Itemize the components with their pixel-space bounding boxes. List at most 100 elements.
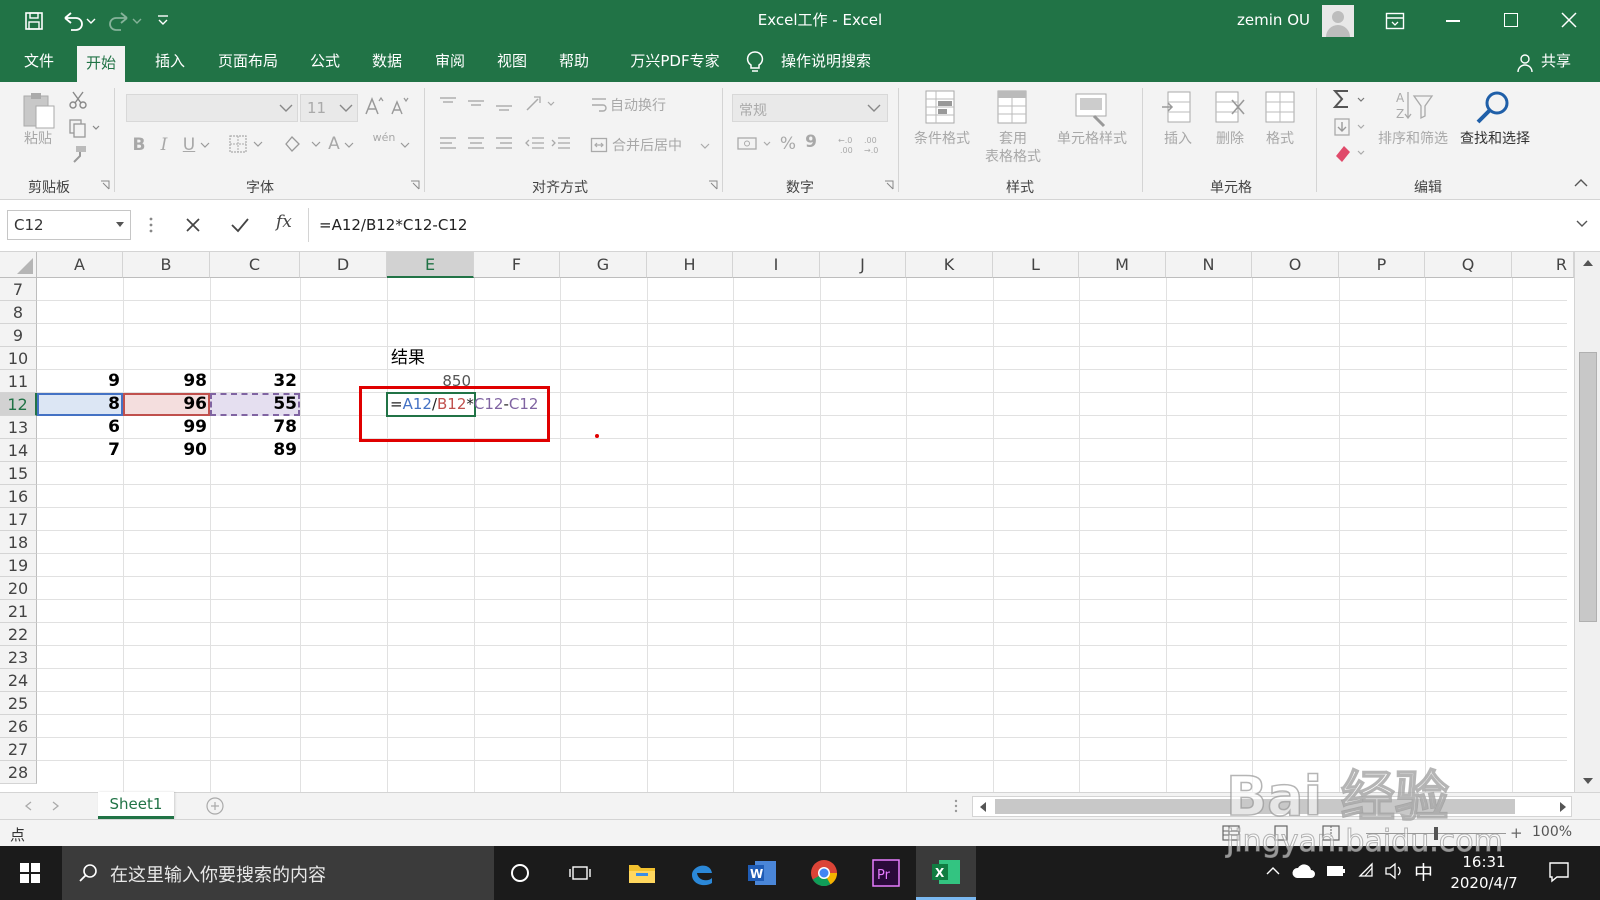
sheet-tab-sheet1[interactable]: Sheet1: [98, 792, 174, 819]
find-select-label[interactable]: 查找和选择: [1452, 130, 1538, 148]
cell-b13[interactable]: 99: [123, 416, 210, 439]
format-painter-icon[interactable]: [68, 144, 88, 164]
insert-cells-label[interactable]: 插入: [1160, 130, 1196, 148]
horizontal-align-icons[interactable]: [438, 134, 518, 154]
decrease-font-size-icon[interactable]: [390, 96, 410, 116]
indent-icons[interactable]: [524, 134, 574, 154]
column-header-g[interactable]: G: [560, 252, 647, 278]
customize-qat-icon[interactable]: [156, 12, 170, 28]
format-cells-icon[interactable]: [1262, 88, 1298, 128]
tab-home[interactable]: 开始: [77, 46, 125, 82]
orientation-icon[interactable]: [524, 94, 558, 114]
enter-check-icon[interactable]: [230, 216, 250, 234]
windows-start-icon[interactable]: [8, 852, 52, 894]
tab-data[interactable]: 数据: [362, 41, 412, 82]
column-header-o[interactable]: O: [1252, 252, 1339, 278]
font-color-dropdown-icon[interactable]: [344, 142, 354, 150]
column-header-j[interactable]: J: [820, 252, 906, 278]
column-header-e[interactable]: E: [387, 252, 474, 278]
cut-icon[interactable]: [68, 90, 88, 110]
column-header-m[interactable]: M: [1079, 252, 1166, 278]
row-header-27[interactable]: 27: [0, 738, 37, 761]
row-header-21[interactable]: 21: [0, 600, 37, 623]
file-explorer-icon[interactable]: [620, 852, 664, 894]
format-cells-label[interactable]: 格式: [1262, 130, 1298, 148]
action-center-icon[interactable]: [1548, 861, 1570, 883]
cell-c14[interactable]: 89: [210, 439, 300, 462]
paste-icon[interactable]: [20, 90, 56, 132]
phonetic-dropdown-icon[interactable]: [400, 142, 410, 150]
minimize-button[interactable]: [1446, 20, 1460, 22]
copy-icon[interactable]: [68, 118, 102, 138]
number-dialog-launcher-icon[interactable]: [884, 180, 894, 190]
delete-cells-label[interactable]: 删除: [1212, 130, 1248, 148]
undo-icon[interactable]: [60, 10, 98, 32]
edge-browser-icon[interactable]: [680, 852, 724, 894]
insert-cells-icon[interactable]: [1160, 88, 1196, 128]
increase-font-size-icon[interactable]: [364, 96, 384, 116]
cell-b12[interactable]: 96: [123, 393, 210, 416]
cell-b14[interactable]: 90: [123, 439, 210, 462]
word-icon[interactable]: W: [740, 852, 784, 894]
font-color-button[interactable]: A: [326, 133, 342, 155]
delete-cells-icon[interactable]: [1212, 88, 1248, 128]
cell-styles-label[interactable]: 单元格样式: [1052, 130, 1132, 148]
bold-button[interactable]: B: [130, 134, 148, 156]
battery-icon[interactable]: [1326, 864, 1346, 878]
tab-insert[interactable]: 插入: [145, 41, 195, 82]
sort-filter-label[interactable]: 排序和筛选: [1372, 130, 1454, 148]
ime-indicator[interactable]: 中: [1414, 858, 1433, 885]
task-view-icon[interactable]: [558, 852, 602, 894]
cell-a12[interactable]: 8: [37, 393, 123, 416]
cortana-icon[interactable]: [498, 852, 542, 894]
row-header-28[interactable]: 28: [0, 761, 37, 784]
column-header-h[interactable]: H: [647, 252, 733, 278]
row-header-24[interactable]: 24: [0, 669, 37, 692]
row-header-13[interactable]: 13: [0, 416, 37, 439]
tab-formulas[interactable]: 公式: [300, 41, 350, 82]
row-header-11[interactable]: 11: [0, 370, 37, 393]
share-button[interactable]: 共享: [1536, 41, 1576, 82]
row-header-12[interactable]: 12: [0, 393, 37, 416]
sheet-scroll-right-icon[interactable]: [52, 801, 60, 811]
vertical-align-icons[interactable]: [438, 94, 518, 114]
column-header-i[interactable]: I: [733, 252, 820, 278]
alignment-dialog-launcher-icon[interactable]: [708, 180, 718, 190]
tab-review[interactable]: 审阅: [425, 41, 475, 82]
insert-function-button[interactable]: fx: [276, 212, 292, 232]
italic-button[interactable]: I: [156, 134, 172, 156]
row-header-23[interactable]: 23: [0, 646, 37, 669]
underline-button[interactable]: U: [180, 134, 198, 156]
volume-icon[interactable]: [1384, 862, 1404, 880]
row-header-14[interactable]: 14: [0, 439, 37, 462]
cell-c11[interactable]: 32: [210, 370, 300, 393]
column-header-r[interactable]: R: [1512, 252, 1574, 278]
row-header-8[interactable]: 8: [0, 301, 37, 324]
row-header-16[interactable]: 16: [0, 485, 37, 508]
wifi-icon[interactable]: [1356, 862, 1376, 878]
font-dialog-launcher-icon[interactable]: [410, 180, 420, 190]
formula-input[interactable]: =A12/B12*C12-C12: [308, 208, 1594, 242]
column-header-c[interactable]: C: [210, 252, 300, 278]
share-icon[interactable]: [1516, 53, 1534, 73]
format-as-table-icon[interactable]: [994, 88, 1032, 128]
cell-styles-icon[interactable]: [1072, 88, 1112, 128]
format-as-table-line2[interactable]: 表格格式: [972, 148, 1054, 166]
column-header-q[interactable]: Q: [1425, 252, 1512, 278]
select-all-corner[interactable]: [0, 252, 37, 278]
chrome-icon[interactable]: [802, 852, 846, 894]
column-header-l[interactable]: L: [993, 252, 1079, 278]
format-as-table-line1[interactable]: 套用: [986, 130, 1040, 148]
column-header-b[interactable]: B: [123, 252, 210, 278]
avatar[interactable]: [1322, 5, 1354, 37]
wrap-text-icon[interactable]: [590, 96, 608, 114]
name-box[interactable]: C12: [7, 210, 131, 240]
row-header-15[interactable]: 15: [0, 462, 37, 485]
close-button[interactable]: [1560, 11, 1578, 29]
premiere-icon[interactable]: Pr: [864, 852, 908, 894]
tab-help[interactable]: 帮助: [549, 41, 599, 82]
font-name-select[interactable]: [126, 94, 298, 122]
row-header-19[interactable]: 19: [0, 554, 37, 577]
column-header-n[interactable]: N: [1166, 252, 1252, 278]
new-sheet-icon[interactable]: [206, 797, 224, 815]
